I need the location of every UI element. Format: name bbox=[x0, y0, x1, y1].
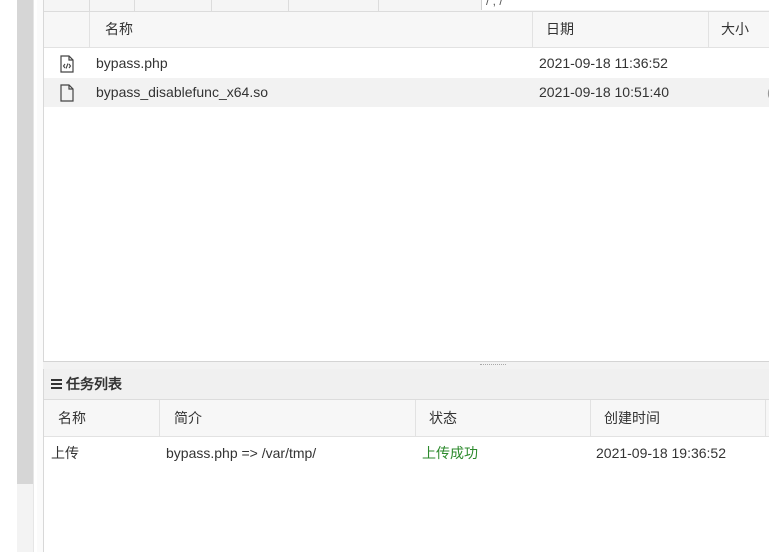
path-input[interactable]: / , / bbox=[481, 0, 769, 10]
file-icon bbox=[60, 84, 74, 102]
task-name: 上传 bbox=[51, 445, 79, 461]
file-row[interactable]: bypass.php 2021-09-18 11:36:52 bbox=[44, 49, 769, 78]
file-date: 2021-09-18 11:36:52 bbox=[539, 55, 668, 71]
task-created-time: 2021-09-18 19:36:52 bbox=[596, 445, 726, 461]
file-row[interactable]: bypass_disablefunc_x64.so 2021-09-18 10:… bbox=[44, 78, 769, 107]
column-header-status[interactable]: 状态 bbox=[415, 400, 591, 436]
toolbar-segment[interactable] bbox=[288, 0, 379, 11]
task-desc: bypass.php => /var/tmp/ bbox=[166, 445, 317, 461]
task-row[interactable]: 上传 bypass.php => /var/tmp/ 上传成功 2021-09-… bbox=[44, 437, 769, 469]
column-header-name[interactable]: 名称 bbox=[44, 400, 160, 436]
column-header-size[interactable]: 大小 bbox=[708, 12, 769, 47]
panel-divider bbox=[33, 0, 34, 552]
file-table-header: 名称 日期 大小 bbox=[44, 12, 769, 48]
toolbar-segment[interactable] bbox=[44, 0, 90, 11]
task-panel-title-bar: 任务列表 bbox=[44, 369, 769, 400]
toolbar-strip: / , / bbox=[44, 0, 769, 12]
task-status: 上传成功 bbox=[422, 445, 478, 461]
php-code-file-icon bbox=[60, 55, 74, 73]
column-header-date[interactable]: 日期 bbox=[532, 12, 709, 47]
list-icon bbox=[51, 379, 62, 389]
column-header-extra bbox=[765, 400, 769, 436]
sidebar-scroll-track bbox=[17, 484, 33, 552]
task-table-header: 名称 简介 状态 创建时间 bbox=[44, 400, 769, 437]
file-list-panel: / , / 名称 日期 大小 bypass.php 2021-09-18 11:… bbox=[43, 0, 769, 361]
task-panel-title: 任务列表 bbox=[66, 376, 122, 392]
splitter-grip bbox=[480, 364, 506, 366]
file-name: bypass_disablefunc_x64.so bbox=[96, 84, 269, 100]
left-gutter bbox=[0, 0, 17, 552]
task-list-panel: 任务列表 名称 简介 状态 创建时间 上传 bypass.php => /var… bbox=[43, 369, 769, 552]
toolbar-segment[interactable] bbox=[89, 0, 135, 11]
file-date: 2021-09-18 10:51:40 bbox=[539, 84, 669, 100]
path-input-text: / , / bbox=[486, 0, 503, 8]
file-name: bypass.php bbox=[96, 55, 168, 71]
toolbar-segment[interactable] bbox=[211, 0, 289, 11]
sidebar-scrollbar[interactable] bbox=[17, 0, 33, 484]
column-header-desc[interactable]: 简介 bbox=[159, 400, 416, 436]
column-header-created[interactable]: 创建时间 bbox=[590, 400, 766, 436]
toolbar-segment[interactable] bbox=[134, 0, 212, 11]
column-header-name[interactable]: 名称 bbox=[89, 12, 533, 47]
